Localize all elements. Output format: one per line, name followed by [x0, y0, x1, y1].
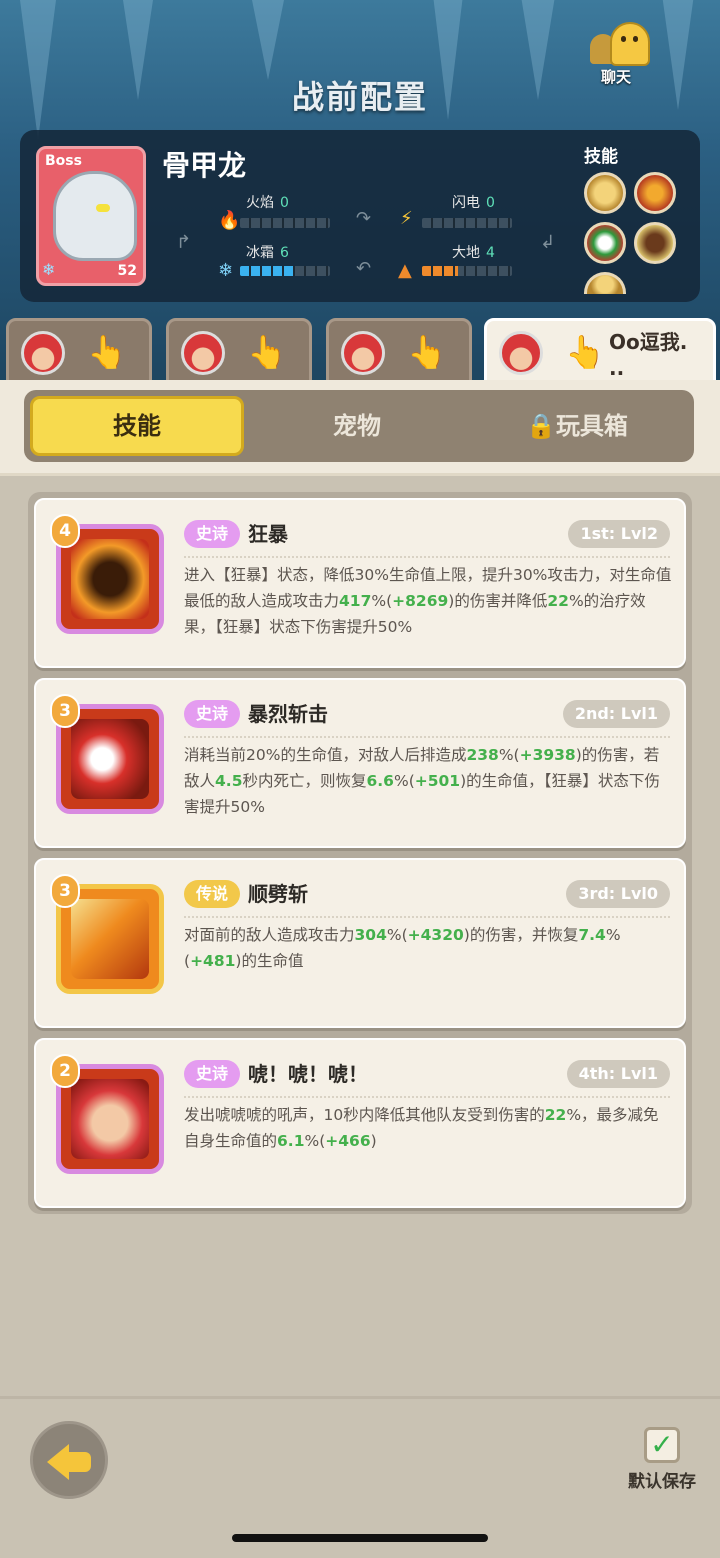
skill-name: 狂暴	[248, 522, 288, 546]
hero-avatar	[341, 331, 385, 375]
rarity-badge: 史诗	[184, 520, 240, 548]
chat-label: 聊天	[600, 68, 631, 86]
skill-description: 进入【狂暴】状态，降低30%生命值上限，提升30%攻击力，对生命值最低的敌人造成…	[184, 566, 672, 636]
skill-name: 顺劈斩	[248, 882, 308, 906]
boss-panel: Boss ❄ 52 骨甲龙 火焰 0 🔥 闪电 0 ⚡ 冰霜 6 ❄ 大地 4 ▲ ↷ …	[20, 130, 700, 302]
skill-rank: 2nd: Lvl1	[562, 700, 670, 728]
divider	[184, 1096, 670, 1098]
lightning-icon: ⚡	[400, 208, 413, 229]
skill-card[interactable]: 4 史诗 狂暴 1st: Lvl2 进入【狂暴】状态，降低30%生命值上限，提升…	[34, 498, 686, 668]
hero-tab[interactable]: 👆	[166, 318, 312, 384]
pointing-hand-icon: 👆	[565, 333, 605, 371]
boss-name: 骨甲龙	[162, 149, 247, 182]
hero-name: Oo逗我. ..	[609, 330, 688, 380]
boss-skill-icon[interactable]	[634, 172, 676, 214]
frost-element-icon: ❄	[42, 260, 56, 279]
boss-skill-icon[interactable]	[584, 222, 626, 264]
skill-description: 对面前的敌人造成攻击力304%(+4320)的伤害，并恢复7.4%(+481)的…	[184, 926, 621, 970]
hero-tabs: 👆 👆 👆 👆 Oo逗我. ..	[0, 318, 720, 384]
hero-tab[interactable]: 👆	[6, 318, 152, 384]
skill-rank: 3rd: Lvl0	[566, 880, 670, 908]
cycle-arrow-icon: ↲	[540, 232, 556, 253]
skill-card[interactable]: 3 史诗 暴烈斩击 2nd: Lvl1 消耗当前20%的生命值，对敌人后排造成2…	[34, 678, 686, 848]
skill-name: 暴烈斩击	[248, 702, 328, 726]
skill-description: 消耗当前20%的生命值，对敌人后排造成238%(+3938)的伤害，若敌人4.5…	[184, 746, 660, 816]
chat-ghost-icon	[610, 22, 650, 66]
frost-element-label: 冰霜 6	[246, 245, 289, 261]
cycle-arrow-icon: ↱	[176, 232, 192, 253]
fire-icon: 🔥	[218, 210, 241, 231]
home-indicator[interactable]	[232, 1534, 488, 1542]
lightning-element-label: 闪电 0	[452, 195, 495, 211]
bone-dragon-image	[53, 171, 137, 261]
ice-spike-decoration	[20, 0, 56, 140]
boss-skill-icon[interactable]	[634, 222, 676, 264]
rarity-badge: 史诗	[184, 1060, 240, 1088]
earth-icon: ▲	[398, 260, 412, 281]
skill-name: 唬！唬！唬！	[248, 1062, 368, 1086]
skill-description: 发出唬唬唬的吼声，10秒内降低其他队友受到伤害的22%，最多减免自身生命值的6.…	[184, 1106, 659, 1150]
back-arrow-icon	[47, 1444, 69, 1480]
hero-avatar	[499, 331, 543, 375]
back-arrow-icon	[67, 1452, 91, 1472]
pointing-hand-icon: 👆	[87, 333, 127, 371]
default-save-label: 默认保存	[628, 1472, 696, 1492]
divider	[184, 556, 670, 558]
cycle-arrow-icon: ↶	[356, 258, 372, 279]
boss-skill-icon[interactable]	[584, 172, 626, 214]
ice-spike-decoration	[250, 0, 286, 80]
boss-skills-label: 技能	[584, 147, 618, 167]
tab-skills[interactable]: 技能	[30, 396, 244, 456]
skill-level-badge: 3	[50, 874, 80, 908]
skill-level-badge: 4	[50, 514, 80, 548]
divider	[184, 736, 670, 738]
skill-card[interactable]: 3 传说 顺劈斩 3rd: Lvl0 对面前的敌人造成攻击力304%(+4320…	[34, 858, 686, 1028]
skill-rank: 1st: Lvl2	[568, 520, 670, 548]
checkbox-checked-icon[interactable]: ✓	[644, 1427, 680, 1463]
boss-skill-icon[interactable]	[584, 272, 626, 294]
frost-icon: ❄	[218, 260, 234, 281]
back-button[interactable]	[30, 1421, 108, 1499]
skill-level-badge: 3	[50, 694, 80, 728]
chat-button[interactable]: 聊天	[588, 22, 658, 86]
hero-tab[interactable]: 👆	[326, 318, 472, 384]
fire-bar	[240, 218, 330, 228]
boss-tag: Boss	[45, 153, 82, 169]
tab-pets[interactable]: 宠物	[250, 396, 464, 456]
rarity-badge: 史诗	[184, 700, 240, 728]
rarity-badge: 传说	[184, 880, 240, 908]
lightning-bar	[422, 218, 512, 228]
skill-list: 4 史诗 狂暴 1st: Lvl2 进入【狂暴】状态，降低30%生命值上限，提升…	[28, 492, 692, 1214]
pointing-hand-icon: 👆	[247, 333, 287, 371]
tab-toybox-label: 玩具箱	[555, 412, 628, 440]
content-panel: 技能 宠物 🔒玩具箱 4 史诗 狂暴 1st: Lvl2 进入【狂暴】状态，降低…	[0, 380, 720, 1400]
default-save-toggle[interactable]: ✓ 默认保存	[620, 1427, 704, 1492]
frost-bar	[240, 266, 330, 276]
cycle-arrow-icon: ↷	[356, 208, 372, 229]
skill-level-badge: 2	[50, 1054, 80, 1088]
tab-toybox[interactable]: 🔒玩具箱	[470, 396, 684, 456]
divider	[184, 916, 670, 918]
boss-portrait[interactable]: Boss ❄ 52	[36, 146, 146, 286]
earth-element-label: 大地 4	[452, 245, 495, 261]
boss-level: 52	[117, 263, 137, 279]
category-segmented-control: 技能 宠物 🔒玩具箱	[24, 390, 694, 462]
hero-avatar	[21, 331, 65, 375]
skill-rank: 4th: Lvl1	[566, 1060, 670, 1088]
earth-bar	[422, 266, 512, 276]
category-bar: 技能 宠物 🔒玩具箱	[0, 380, 720, 476]
hero-avatar	[181, 331, 225, 375]
pointing-hand-icon: 👆	[407, 333, 447, 371]
fire-element-label: 火焰 0	[246, 195, 289, 211]
skill-card[interactable]: 2 史诗 唬！唬！唬！ 4th: Lvl1 发出唬唬唬的吼声，10秒内降低其他队…	[34, 1038, 686, 1208]
hero-tab-selected[interactable]: 👆 Oo逗我. ..	[484, 318, 716, 384]
lock-icon: 🔒	[526, 412, 556, 440]
